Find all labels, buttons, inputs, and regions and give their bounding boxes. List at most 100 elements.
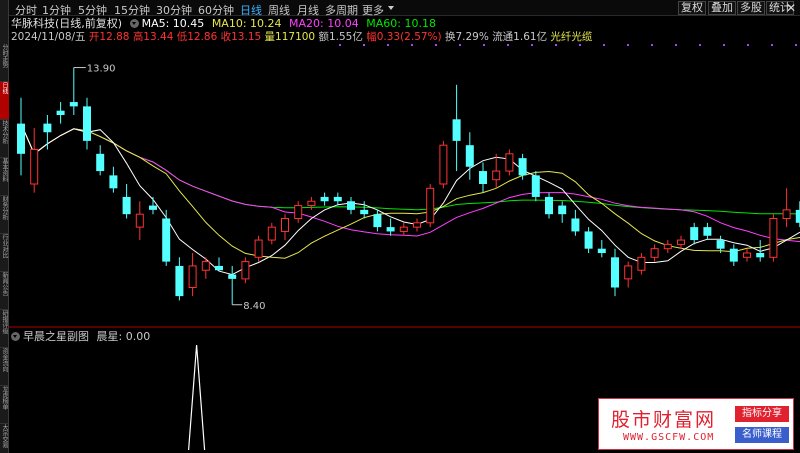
candle-body-up bbox=[294, 205, 303, 219]
candle-body-down bbox=[228, 274, 237, 279]
candle-body-up bbox=[241, 261, 250, 280]
candle-body-up bbox=[267, 226, 276, 241]
candle-body-down bbox=[69, 102, 78, 107]
candle-body-up bbox=[677, 239, 685, 245]
low-marker-label: 8.40 bbox=[243, 301, 265, 312]
candle-body-down bbox=[215, 265, 223, 271]
side-tab-1[interactable]: 日线 bbox=[0, 82, 9, 120]
candle-body-down bbox=[558, 205, 567, 215]
side-tab-7[interactable]: 研报评级 bbox=[0, 310, 9, 348]
candle-body-down bbox=[703, 227, 712, 236]
candle-body-up bbox=[399, 226, 408, 232]
watermark-url: WWW.GSCFW.COM bbox=[623, 432, 715, 443]
side-tab-4[interactable]: 财务分析 bbox=[0, 196, 9, 234]
event-marker bbox=[459, 44, 461, 46]
sub-panel-header: 早晨之星副图 晨星: 0.00 bbox=[11, 331, 150, 343]
watermark-tag-course: 名师课程 bbox=[735, 427, 789, 443]
candle-body-up bbox=[135, 213, 144, 228]
ma10-line bbox=[20, 123, 800, 259]
candle-body-down bbox=[465, 145, 474, 167]
candle-body-down bbox=[597, 248, 606, 253]
candle-body-down bbox=[162, 218, 171, 262]
event-marker bbox=[699, 44, 701, 46]
event-marker bbox=[771, 44, 773, 46]
sub-panel-settings-icon[interactable] bbox=[11, 332, 20, 341]
candle-body-down bbox=[109, 175, 118, 189]
candle-body-down bbox=[452, 119, 461, 141]
candle-body-down bbox=[531, 175, 540, 197]
candle-body-up bbox=[426, 187, 435, 224]
candle-body-up bbox=[624, 265, 633, 280]
candle-body-down bbox=[373, 214, 382, 228]
candle-body-down bbox=[320, 196, 329, 202]
event-marker bbox=[339, 44, 341, 46]
ma5-line bbox=[20, 123, 800, 276]
kline-chart[interactable]: 13.90 8.40 bbox=[9, 0, 800, 453]
high-marker-label: 13.90 bbox=[87, 64, 116, 75]
candle-body-up bbox=[254, 239, 263, 258]
candle-body-down bbox=[83, 106, 91, 141]
candle-body-down bbox=[729, 248, 738, 262]
candle-body-down bbox=[716, 240, 725, 249]
candle-body-down bbox=[571, 218, 580, 232]
candle-body-up bbox=[439, 144, 448, 185]
candle-body-up bbox=[769, 218, 778, 258]
candle-body-down bbox=[43, 123, 52, 133]
side-tab-2[interactable]: 技术分析 bbox=[0, 120, 9, 158]
event-marker bbox=[603, 44, 605, 46]
event-marker bbox=[555, 44, 557, 46]
candle-body-down bbox=[175, 265, 184, 297]
candle-body-down bbox=[386, 227, 395, 232]
candle-body-down bbox=[17, 123, 25, 154]
event-marker bbox=[627, 44, 629, 46]
event-marker bbox=[651, 44, 653, 46]
candle-body-down bbox=[360, 209, 369, 215]
side-tab-6[interactable]: 新闻公告 bbox=[0, 272, 9, 310]
event-marker bbox=[675, 44, 677, 46]
candle-body-down bbox=[56, 110, 65, 115]
event-marker bbox=[387, 44, 389, 46]
event-marker bbox=[411, 44, 413, 46]
candle-body-up bbox=[743, 252, 751, 258]
watermark-tag-indicator: 指标分享 bbox=[735, 406, 789, 422]
candle-body-up bbox=[281, 218, 289, 232]
candle-body-up bbox=[637, 256, 646, 271]
candle-body-down bbox=[584, 231, 593, 249]
event-marker bbox=[435, 44, 437, 46]
candle-body-up bbox=[413, 222, 421, 228]
app-window: 分时走势 日线 技术分析 基本资料 财务分析 行业对比 新闻公告 研报评级 资金流向 龙虎榜单 大宗… bbox=[0, 0, 800, 453]
sub-panel-value: 晨星: 0.00 bbox=[96, 330, 151, 343]
sub-panel-title: 早晨之星副图 bbox=[23, 330, 89, 343]
event-marker bbox=[483, 44, 485, 46]
side-tab-8[interactable]: 资金流向 bbox=[0, 348, 9, 386]
candle-body-down bbox=[347, 201, 355, 210]
side-tab-3[interactable]: 基本资料 bbox=[0, 158, 9, 196]
candle-body-up bbox=[307, 200, 316, 207]
event-marker bbox=[795, 44, 797, 46]
candle-body-up bbox=[201, 261, 210, 271]
side-tab-5[interactable]: 行业对比 bbox=[0, 234, 9, 272]
side-tab-9[interactable]: 龙虎榜单 bbox=[0, 386, 9, 424]
morning-star-spike bbox=[188, 344, 206, 451]
event-marker bbox=[747, 44, 749, 46]
candle-body-up bbox=[650, 248, 659, 258]
candle-body-down bbox=[756, 253, 765, 258]
candle-body-up bbox=[663, 243, 672, 250]
candle-body-up bbox=[782, 209, 791, 219]
side-tab-0[interactable]: 分时走势 bbox=[0, 44, 9, 82]
candle-body-down bbox=[690, 227, 699, 241]
candle-body-up bbox=[505, 153, 514, 172]
candle-body-down bbox=[122, 196, 131, 215]
candle-body-up bbox=[30, 149, 39, 185]
candle-body-down bbox=[545, 196, 553, 215]
event-marker bbox=[363, 44, 365, 46]
candle-body-down bbox=[333, 196, 342, 202]
side-tab-10[interactable]: 大宗交易 bbox=[0, 424, 9, 453]
ma60-line bbox=[20, 123, 800, 215]
candle-body-down bbox=[149, 205, 157, 210]
side-tab-strip: 分时走势 日线 技术分析 基本资料 财务分析 行业对比 新闻公告 研报评级 资金流向 龙虎榜单 大宗… bbox=[0, 0, 9, 453]
event-marker bbox=[531, 44, 533, 46]
watermark-brand: 股市财富网 bbox=[611, 409, 717, 431]
event-marker bbox=[579, 44, 581, 46]
candle-body-down bbox=[96, 153, 105, 172]
